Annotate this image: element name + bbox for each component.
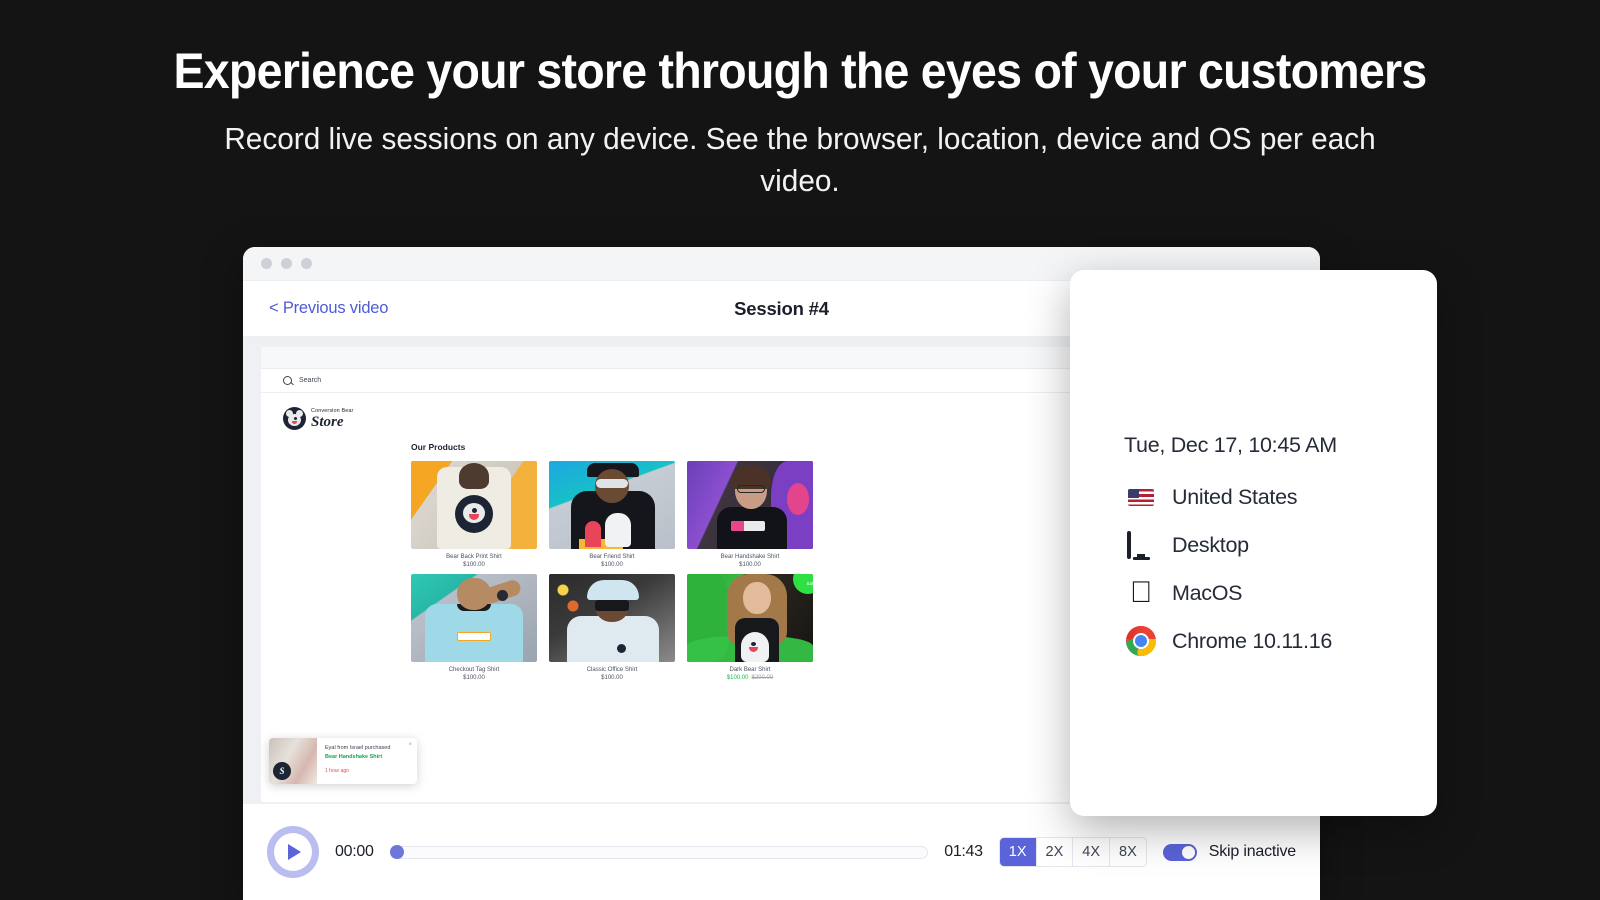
- page-title: Experience your store through the eyes o…: [173, 43, 1428, 99]
- product-price: $100.00: [739, 562, 761, 568]
- us-flag-icon: [1124, 488, 1158, 506]
- product-image: Sale: [687, 574, 813, 662]
- session-device-row: Desktop: [1124, 521, 1437, 569]
- product-price: $100.00: [601, 675, 623, 681]
- store-search[interactable]: Search: [283, 376, 321, 385]
- notification-time: 1 hour ago: [325, 768, 349, 774]
- product-card[interactable]: Checkout Tag Shirt $100.00: [411, 574, 537, 681]
- skip-inactive-control[interactable]: Skip inactive: [1162, 843, 1296, 861]
- speed-option-4x[interactable]: 4X: [1073, 838, 1111, 866]
- product-name: Checkout Tag Shirt: [448, 667, 500, 673]
- window-close-dot[interactable]: [261, 258, 272, 269]
- session-browser-row: Chrome 10.11.16: [1124, 617, 1437, 665]
- skip-inactive-label: Skip inactive: [1208, 843, 1296, 860]
- chrome-icon: [1124, 626, 1158, 656]
- sale-badge: Sale: [793, 574, 813, 594]
- apple-icon: : [1124, 578, 1158, 608]
- search-icon: [283, 376, 292, 385]
- speed-option-2x[interactable]: 2X: [1036, 838, 1074, 866]
- close-icon[interactable]: ×: [408, 742, 412, 748]
- session-os: MacOS: [1172, 580, 1243, 605]
- speed-option-1x[interactable]: 1X: [999, 838, 1037, 866]
- shopify-icon: S: [273, 762, 291, 780]
- session-timestamp-row: Tue, Dec 17, 10:45 AM: [1124, 421, 1437, 469]
- product-name: Bear Handshake Shirt: [720, 554, 780, 560]
- total-time: 01:43: [944, 843, 983, 860]
- progress-track[interactable]: [389, 845, 929, 859]
- product-image: [411, 461, 537, 549]
- progress-knob[interactable]: [389, 845, 404, 859]
- notification-buyer: Eyal from Israel purchased: [325, 745, 391, 751]
- product-price: $100.00: [463, 675, 485, 681]
- product-name: Bear Back Print Shirt: [446, 554, 502, 560]
- product-price: $100.00 $200.00: [687, 675, 813, 681]
- product-name: Classic Office Shirt: [586, 667, 638, 673]
- progress-slider[interactable]: [389, 845, 929, 859]
- product-image: [549, 574, 675, 662]
- product-card[interactable]: Bear Back Print Shirt $100.00: [411, 461, 537, 568]
- page-subtitle: Record live sessions on any device. See …: [224, 121, 1376, 198]
- sales-notification-popup[interactable]: S × Eyal from Israel purchased Bear Hand…: [269, 738, 417, 784]
- product-image: [411, 574, 537, 662]
- notification-product[interactable]: Bear Handshake Shirt: [325, 754, 409, 760]
- session-timestamp: Tue, Dec 17, 10:45 AM: [1124, 432, 1337, 457]
- product-image: [687, 461, 813, 549]
- product-name: Bear Friend Shirt: [589, 554, 635, 560]
- product-sale-price: $100.00: [726, 675, 749, 681]
- session-os-row:  MacOS: [1124, 569, 1437, 617]
- product-image: [549, 461, 675, 549]
- session-info-card: Tue, Dec 17, 10:45 AM United States Desk…: [1070, 270, 1437, 816]
- session-country: United States: [1172, 484, 1298, 509]
- product-name: Dark Bear Shirt: [729, 667, 771, 673]
- product-card[interactable]: Classic Office Shirt $100.00: [549, 574, 675, 681]
- session-country-row: United States: [1124, 473, 1437, 521]
- player-controls: 00:00 01:43 1X 2X 4X 8X Skip inactive: [243, 804, 1320, 900]
- session-device: Desktop: [1172, 532, 1249, 557]
- play-icon: [274, 833, 312, 871]
- notification-thumbnail: S: [269, 738, 317, 784]
- bear-logo-icon: [283, 407, 306, 430]
- speed-option-8x[interactable]: 8X: [1110, 838, 1146, 866]
- product-card[interactable]: Bear Friend Shirt $100.00: [549, 461, 675, 568]
- current-time: 00:00: [335, 843, 374, 860]
- logo-store-text: Store: [311, 414, 344, 430]
- product-grid: Bear Back Print Shirt $100.00 Bear Frien…: [411, 461, 813, 681]
- product-card[interactable]: Bear Handshake Shirt $100.00: [687, 461, 813, 568]
- product-price: $100.00: [463, 562, 485, 568]
- skip-inactive-toggle[interactable]: [1162, 843, 1197, 861]
- play-button[interactable]: [267, 826, 319, 878]
- window-maximize-dot[interactable]: [301, 258, 312, 269]
- product-card[interactable]: Sale Dark Bear Shirt $100.00$200.00: [687, 574, 813, 681]
- session-browser: Chrome 10.11.16: [1172, 628, 1333, 653]
- product-old-price: $200.00: [751, 675, 774, 681]
- product-price: $100.00: [601, 562, 623, 568]
- store-search-placeholder: Search: [299, 377, 322, 384]
- window-minimize-dot[interactable]: [281, 258, 292, 269]
- desktop-monitor-icon: [1124, 530, 1158, 560]
- page-root: Experience your store through the eyes o…: [0, 0, 1600, 900]
- playback-speed-group: 1X 2X 4X 8X: [998, 837, 1147, 867]
